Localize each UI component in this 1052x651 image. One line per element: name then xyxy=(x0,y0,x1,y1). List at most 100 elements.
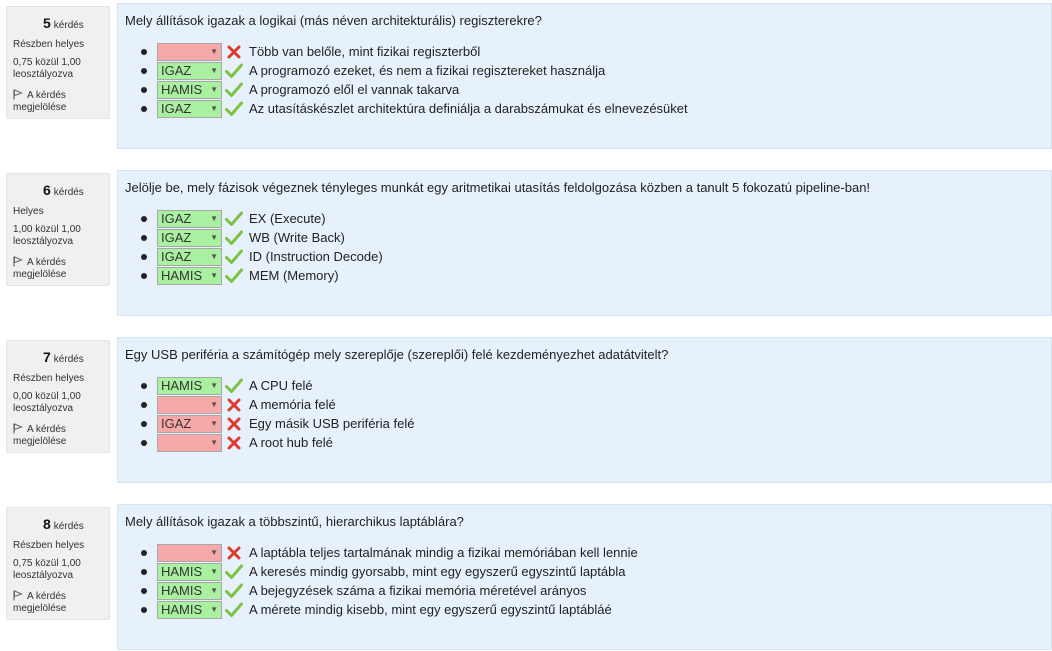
question-block-7: 7 kérdés Részben helyes 0,00 közül 1,00 l… xyxy=(0,337,1052,485)
chevron-down-icon: ▼ xyxy=(210,400,218,409)
answer-select-value: HAMIS xyxy=(161,378,203,393)
check-icon xyxy=(225,230,243,245)
answer-text: A CPU felé xyxy=(249,378,313,393)
result-icon xyxy=(224,582,244,600)
grade-line2: leosztályozva xyxy=(13,570,74,581)
flag-question-link[interactable]: A kérdés megjelölése xyxy=(13,423,103,448)
answer-select-value: HAMIS xyxy=(161,564,203,579)
flag-question-link[interactable]: A kérdés megjelölése xyxy=(13,256,103,281)
check-icon xyxy=(225,564,243,579)
chevron-down-icon: ▼ xyxy=(210,567,218,576)
answer-item: IGAZ ▼ EX (Execute) xyxy=(141,209,1044,228)
result-icon xyxy=(224,544,244,562)
result-icon xyxy=(224,229,244,247)
question-grade: 1,00 közül 1,00 leosztályozva xyxy=(13,224,103,248)
answer-select[interactable]: IGAZ ▼ xyxy=(157,247,222,266)
question-number: 5 kérdés xyxy=(43,15,103,31)
chevron-down-icon: ▼ xyxy=(210,47,218,56)
answer-item: ▼ A root hub felé xyxy=(141,433,1044,452)
flag-line1: A kérdés xyxy=(27,424,66,435)
answer-text: A laptábla teljes tartalmának mindig a f… xyxy=(249,545,638,560)
question-word: kérdés xyxy=(53,20,84,31)
chevron-down-icon: ▼ xyxy=(210,85,218,94)
flag-question-link[interactable]: A kérdés megjelölése xyxy=(13,89,103,114)
check-icon xyxy=(225,378,243,393)
answer-item: IGAZ ▼ A programozó ezeket, és nem a fiz… xyxy=(141,61,1044,80)
answer-select[interactable]: HAMIS ▼ xyxy=(157,266,222,285)
answer-item: HAMIS ▼ A programozó elől el vannak taka… xyxy=(141,80,1044,99)
answer-select[interactable]: ▼ xyxy=(157,42,222,61)
answer-select[interactable]: HAMIS ▼ xyxy=(157,581,222,600)
answer-item: ▼ A memória felé xyxy=(141,395,1044,414)
bullet xyxy=(141,234,147,241)
answer-text: A mérete mindig kisebb, mint egy egyszer… xyxy=(249,602,612,617)
answer-select-value: IGAZ xyxy=(161,249,192,264)
answer-select[interactable]: HAMIS ▼ xyxy=(157,600,222,619)
flag-line2: megjelölése xyxy=(13,603,67,614)
question-word: kérdés xyxy=(53,187,84,198)
answer-text: A memória felé xyxy=(249,397,336,412)
flag-icon xyxy=(13,89,23,100)
answer-select[interactable]: IGAZ ▼ xyxy=(157,414,222,433)
flag-question-link[interactable]: A kérdés megjelölése xyxy=(13,590,103,615)
flag-line2: megjelölése xyxy=(13,436,67,447)
question-content: Jelölje be, mely fázisok végeznek tényle… xyxy=(117,170,1052,316)
answer-select[interactable]: IGAZ ▼ xyxy=(157,61,222,80)
bullet xyxy=(141,105,147,112)
answer-list: ▼ Több van belőle, mint fizikai regiszte… xyxy=(141,42,1044,118)
flag-icon xyxy=(13,590,23,601)
answer-item: IGAZ ▼ Az utasításkészlet architektúra d… xyxy=(141,99,1044,118)
bullet xyxy=(141,439,147,446)
chevron-down-icon: ▼ xyxy=(210,605,218,614)
flag-line1: A kérdés xyxy=(27,591,66,602)
result-icon xyxy=(224,563,244,581)
chevron-down-icon: ▼ xyxy=(210,104,218,113)
flag-line1: A kérdés xyxy=(27,90,66,101)
answer-text: A keresés mindig gyorsabb, mint egy egys… xyxy=(249,564,626,579)
grade-line2: leosztályozva xyxy=(13,69,74,80)
bullet xyxy=(141,382,147,389)
question-content: Mely állítások igazak a logikai (más név… xyxy=(117,3,1052,149)
chevron-down-icon: ▼ xyxy=(210,271,218,280)
answer-select[interactable]: IGAZ ▼ xyxy=(157,99,222,118)
grade-line1: 1,00 közül 1,00 xyxy=(13,224,81,235)
question-text: Egy USB periféria a számítógép mely szer… xyxy=(125,347,669,362)
answer-select[interactable]: HAMIS ▼ xyxy=(157,80,222,99)
answer-select[interactable]: HAMIS ▼ xyxy=(157,376,222,395)
bullet xyxy=(141,86,147,93)
flag-icon xyxy=(13,256,23,267)
question-grade: 0,00 közül 1,00 leosztályozva xyxy=(13,391,103,415)
question-word: kérdés xyxy=(53,354,84,365)
answer-select[interactable]: ▼ xyxy=(157,543,222,562)
question-info: 5 kérdés Részben helyes 0,75 közül 1,00 l… xyxy=(6,6,110,119)
answer-text: A bejegyzések száma a fizikai memória mé… xyxy=(249,583,587,598)
answer-select-value: HAMIS xyxy=(161,583,203,598)
answer-text: Egy másik USB periféria felé xyxy=(249,416,415,431)
chevron-down-icon: ▼ xyxy=(210,233,218,242)
chevron-down-icon: ▼ xyxy=(210,586,218,595)
answer-select-value: IGAZ xyxy=(161,416,192,431)
question-number-value: 5 xyxy=(43,15,51,31)
answer-select[interactable]: ▼ xyxy=(157,433,222,452)
result-icon xyxy=(224,396,244,414)
answer-text: EX (Execute) xyxy=(249,211,326,226)
answer-select[interactable]: ▼ xyxy=(157,395,222,414)
question-text: Mely állítások igazak a logikai (más név… xyxy=(125,13,542,28)
check-icon xyxy=(225,583,243,598)
question-state: Helyes xyxy=(13,206,44,217)
answer-select[interactable]: IGAZ ▼ xyxy=(157,209,222,228)
bullet xyxy=(141,215,147,222)
answer-item: IGAZ ▼ Egy másik USB periféria felé xyxy=(141,414,1044,433)
chevron-down-icon: ▼ xyxy=(210,252,218,261)
cross-icon xyxy=(227,417,241,430)
question-number: 8 kérdés xyxy=(43,516,103,532)
chevron-down-icon: ▼ xyxy=(210,381,218,390)
answer-select[interactable]: HAMIS ▼ xyxy=(157,562,222,581)
answer-select[interactable]: IGAZ ▼ xyxy=(157,228,222,247)
answer-select-value: IGAZ xyxy=(161,63,192,78)
result-icon xyxy=(224,81,244,99)
cross-icon xyxy=(227,546,241,559)
bullet xyxy=(141,587,147,594)
answer-list: IGAZ ▼ EX (Execute) IGAZ ▼ WB (Write Bac… xyxy=(141,209,1044,285)
question-content: Egy USB periféria a számítógép mely szer… xyxy=(117,337,1052,483)
